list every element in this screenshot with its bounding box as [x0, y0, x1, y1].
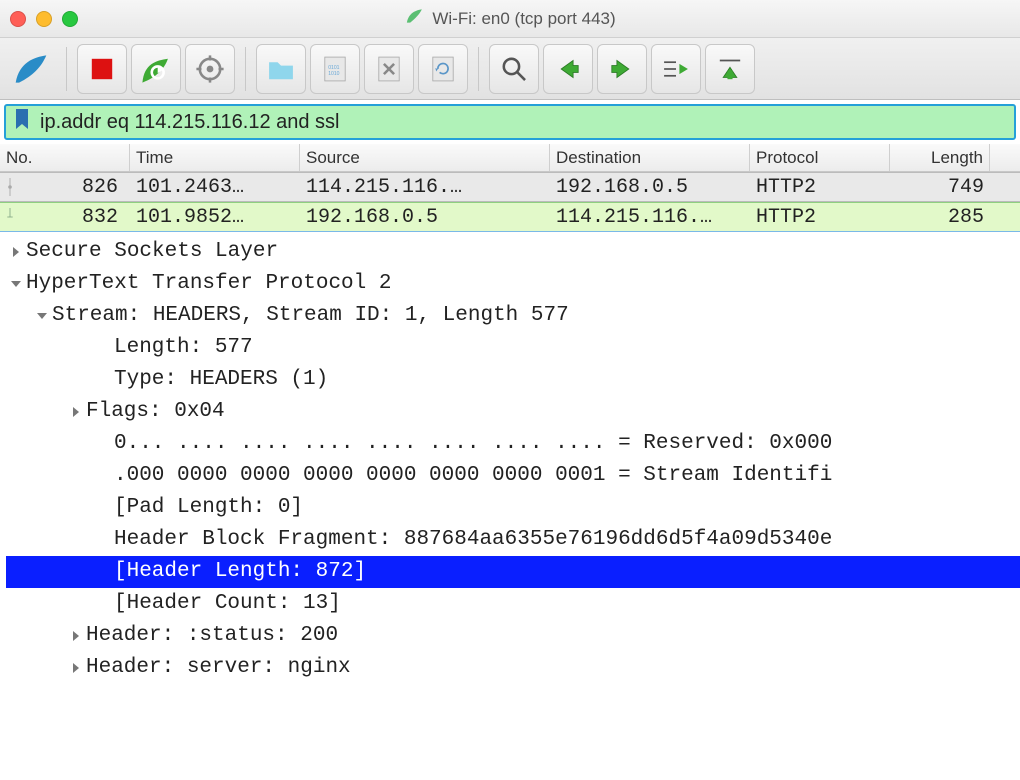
- main-toolbar: 01011010: [0, 38, 1020, 100]
- packet-details-pane[interactable]: Secure Sockets Layer HyperText Transfer …: [0, 232, 1020, 684]
- column-header-destination[interactable]: Destination: [550, 144, 750, 171]
- find-packet-button[interactable]: [489, 44, 539, 94]
- tree-leaf[interactable]: .000 0000 0000 0000 0000 0000 0000 0001 …: [6, 460, 1020, 492]
- tree-node-flags[interactable]: Flags: 0x04: [6, 396, 1020, 428]
- tree-leaf[interactable]: Length: 577: [6, 332, 1020, 364]
- related-packet-icon: [0, 208, 20, 226]
- bookmark-icon[interactable]: [12, 107, 32, 137]
- tree-node-header-server[interactable]: Header: server: nginx: [6, 652, 1020, 684]
- packet-list[interactable]: 826 101.2463… 114.215.116.… 192.168.0.5 …: [0, 172, 1020, 232]
- toolbar-separator: [245, 47, 246, 91]
- column-header-length[interactable]: Length: [890, 144, 990, 171]
- restart-capture-button[interactable]: [131, 44, 181, 94]
- titlebar: Wi-Fi: en0 (tcp port 443): [0, 0, 1020, 38]
- column-header-source[interactable]: Source: [300, 144, 550, 171]
- tree-leaf-selected[interactable]: [Header Length: 872]: [6, 556, 1020, 588]
- tree-node-http2[interactable]: HyperText Transfer Protocol 2: [6, 268, 1020, 300]
- reload-file-button[interactable]: [418, 44, 468, 94]
- toolbar-separator: [478, 47, 479, 91]
- display-filter-input[interactable]: ip.addr eq 114.215.116.12 and ssl: [40, 111, 340, 134]
- disclosure-open-icon[interactable]: [32, 310, 52, 322]
- column-header-protocol[interactable]: Protocol: [750, 144, 890, 171]
- column-header-time[interactable]: Time: [130, 144, 300, 171]
- go-to-packet-button[interactable]: [651, 44, 701, 94]
- tree-leaf[interactable]: 0... .... .... .... .... .... .... .... …: [6, 428, 1020, 460]
- tree-node-ssl[interactable]: Secure Sockets Layer: [6, 236, 1020, 268]
- packet-row[interactable]: 832 101.9852… 192.168.0.5 114.215.116.… …: [0, 202, 1020, 232]
- packet-row[interactable]: 826 101.2463… 114.215.116.… 192.168.0.5 …: [0, 172, 1020, 202]
- traffic-lights: [10, 11, 78, 27]
- tree-leaf[interactable]: Type: HEADERS (1): [6, 364, 1020, 396]
- close-window-button[interactable]: [10, 11, 26, 27]
- save-file-button[interactable]: 01011010: [310, 44, 360, 94]
- open-file-button[interactable]: [256, 44, 306, 94]
- capture-options-button[interactable]: [185, 44, 235, 94]
- tree-leaf[interactable]: Header Block Fragment: 887684aa6355e7619…: [6, 524, 1020, 556]
- display-filter-bar[interactable]: ip.addr eq 114.215.116.12 and ssl: [4, 104, 1016, 140]
- toolbar-separator: [66, 47, 67, 91]
- stop-capture-button[interactable]: [77, 44, 127, 94]
- wireshark-fin-icon: [404, 6, 424, 31]
- tree-leaf[interactable]: [Pad Length: 0]: [6, 492, 1020, 524]
- minimize-window-button[interactable]: [36, 11, 52, 27]
- svg-text:0101: 0101: [328, 65, 339, 71]
- go-forward-button[interactable]: [597, 44, 647, 94]
- tree-leaf[interactable]: [Header Count: 13]: [6, 588, 1020, 620]
- zoom-window-button[interactable]: [62, 11, 78, 27]
- disclosure-closed-icon[interactable]: [66, 406, 86, 418]
- window-title: Wi-Fi: en0 (tcp port 443): [432, 9, 615, 29]
- disclosure-open-icon[interactable]: [6, 278, 26, 290]
- disclosure-closed-icon[interactable]: [6, 246, 26, 258]
- go-back-button[interactable]: [543, 44, 593, 94]
- tree-node-header-status[interactable]: Header: :status: 200: [6, 620, 1020, 652]
- wireshark-logo-icon[interactable]: [6, 44, 56, 94]
- column-header-no[interactable]: No.: [0, 144, 130, 171]
- close-file-button[interactable]: [364, 44, 414, 94]
- disclosure-closed-icon[interactable]: [66, 662, 86, 674]
- tree-node-stream[interactable]: Stream: HEADERS, Stream ID: 1, Length 57…: [6, 300, 1020, 332]
- disclosure-closed-icon[interactable]: [66, 630, 86, 642]
- packet-list-header[interactable]: No. Time Source Destination Protocol Len…: [0, 144, 1020, 172]
- svg-text:1010: 1010: [328, 70, 339, 76]
- related-packet-icon: [0, 178, 20, 196]
- go-to-first-packet-button[interactable]: [705, 44, 755, 94]
